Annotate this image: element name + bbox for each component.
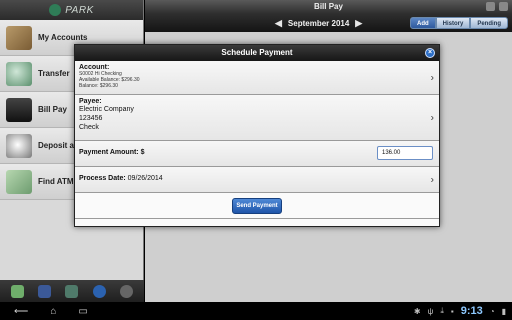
bank-app-icon[interactable]: [11, 284, 25, 298]
page-title: Bill Pay: [314, 2, 343, 11]
map-icon: [6, 170, 32, 194]
sidebar-item-label: My Accounts: [38, 33, 88, 42]
chevron-right-icon: ›: [430, 112, 434, 123]
recents-nav-icon[interactable]: ▭: [78, 306, 87, 317]
notification-icon: ▪: [450, 306, 454, 316]
sidebar-item-label: Bill Pay: [38, 105, 67, 114]
download-icon: ⤓: [440, 306, 444, 315]
app-logo: PARK: [0, 0, 143, 20]
share-icon[interactable]: [65, 284, 79, 298]
page-header: Bill Pay: [145, 0, 512, 14]
account-balance: Balance: $296.30: [79, 83, 118, 89]
keyboard-icon: [6, 98, 32, 122]
prev-month-button[interactable]: ◀: [275, 18, 282, 29]
wifi-icon: ◔: [489, 306, 495, 316]
home-nav-icon[interactable]: ⌂: [50, 306, 56, 317]
schedule-payment-dialog: Schedule Payment × Account: S0002 Hi Che…: [74, 44, 440, 227]
payee-method: Check: [79, 124, 99, 131]
facebook-icon[interactable]: [38, 284, 52, 298]
camera-icon: [6, 134, 32, 158]
month-selector: ◀ September 2014 ▶: [275, 18, 362, 29]
process-date-row[interactable]: Process Date: 09/26/2014 ›: [75, 167, 439, 193]
menu-icon[interactable]: [499, 2, 508, 11]
send-area: Send Payment: [75, 193, 439, 219]
logo-mark-icon: [49, 4, 62, 16]
battery-icon: ▮: [501, 306, 506, 316]
clock: 9:13: [460, 305, 483, 317]
web-icon[interactable]: [92, 284, 106, 298]
tab-history[interactable]: History: [435, 17, 471, 29]
chevron-right-icon: ›: [430, 174, 434, 185]
account-label: Account:: [79, 64, 110, 71]
logo-text: PARK: [65, 4, 94, 16]
system-bar: ⟵ ⌂ ▭ ✱ ψ ⤓ ▪ 9:13 ◔ ▮: [0, 302, 512, 320]
header-icons: [486, 2, 508, 11]
social-bar: [0, 280, 144, 302]
payee-name: Electric Company: [79, 106, 134, 113]
sidebar-item-label: Transfer: [38, 69, 70, 78]
amount-row: Payment Amount: $ 136.00: [75, 141, 439, 167]
month-bar: ◀ September 2014 ▶ Add History Pending: [145, 14, 512, 32]
sidebar-item-label: Deposit a: [38, 141, 75, 150]
dialog-title: Schedule Payment: [221, 48, 293, 57]
info-icon[interactable]: [119, 284, 133, 298]
process-date-label: Process Date:: [79, 175, 126, 182]
process-date: Process Date: 09/26/2014: [79, 170, 425, 188]
process-date-value: 09/26/2014: [127, 175, 163, 182]
billpay-tabs: Add History Pending: [409, 17, 508, 29]
month-label: September 2014: [287, 18, 350, 28]
system-nav: ⟵ ⌂ ▭: [14, 306, 88, 317]
close-icon[interactable]: ×: [425, 48, 435, 58]
usb-icon: ψ: [427, 306, 434, 316]
android-icon: ✱: [413, 306, 421, 316]
send-payment-button[interactable]: Send Payment: [232, 197, 282, 214]
transfer-icon: [6, 62, 32, 86]
payee-label: Payee:: [79, 98, 102, 105]
amount-label: Payment Amount: $: [79, 149, 145, 156]
dialog-header: Schedule Payment ×: [75, 45, 439, 61]
back-nav-icon[interactable]: ⟵: [14, 306, 28, 317]
wallet-icon: [6, 26, 32, 50]
payee-number: 123456: [79, 115, 103, 122]
status-area: ✱ ψ ⤓ ▪ 9:13 ◔ ▮: [414, 305, 506, 317]
chevron-right-icon: ›: [430, 72, 434, 83]
tab-pending[interactable]: Pending: [470, 17, 508, 29]
back-icon[interactable]: [486, 2, 495, 11]
tab-add[interactable]: Add: [409, 17, 436, 29]
sidebar-item-label: Find ATM: [38, 177, 74, 186]
payment-amount-input[interactable]: 136.00: [377, 146, 433, 160]
next-month-button[interactable]: ▶: [355, 18, 362, 29]
account-row[interactable]: Account: S0002 Hi Checking Available Bal…: [75, 61, 439, 95]
payee-row[interactable]: Payee: Electric Company 123456 Check ›: [75, 95, 439, 141]
